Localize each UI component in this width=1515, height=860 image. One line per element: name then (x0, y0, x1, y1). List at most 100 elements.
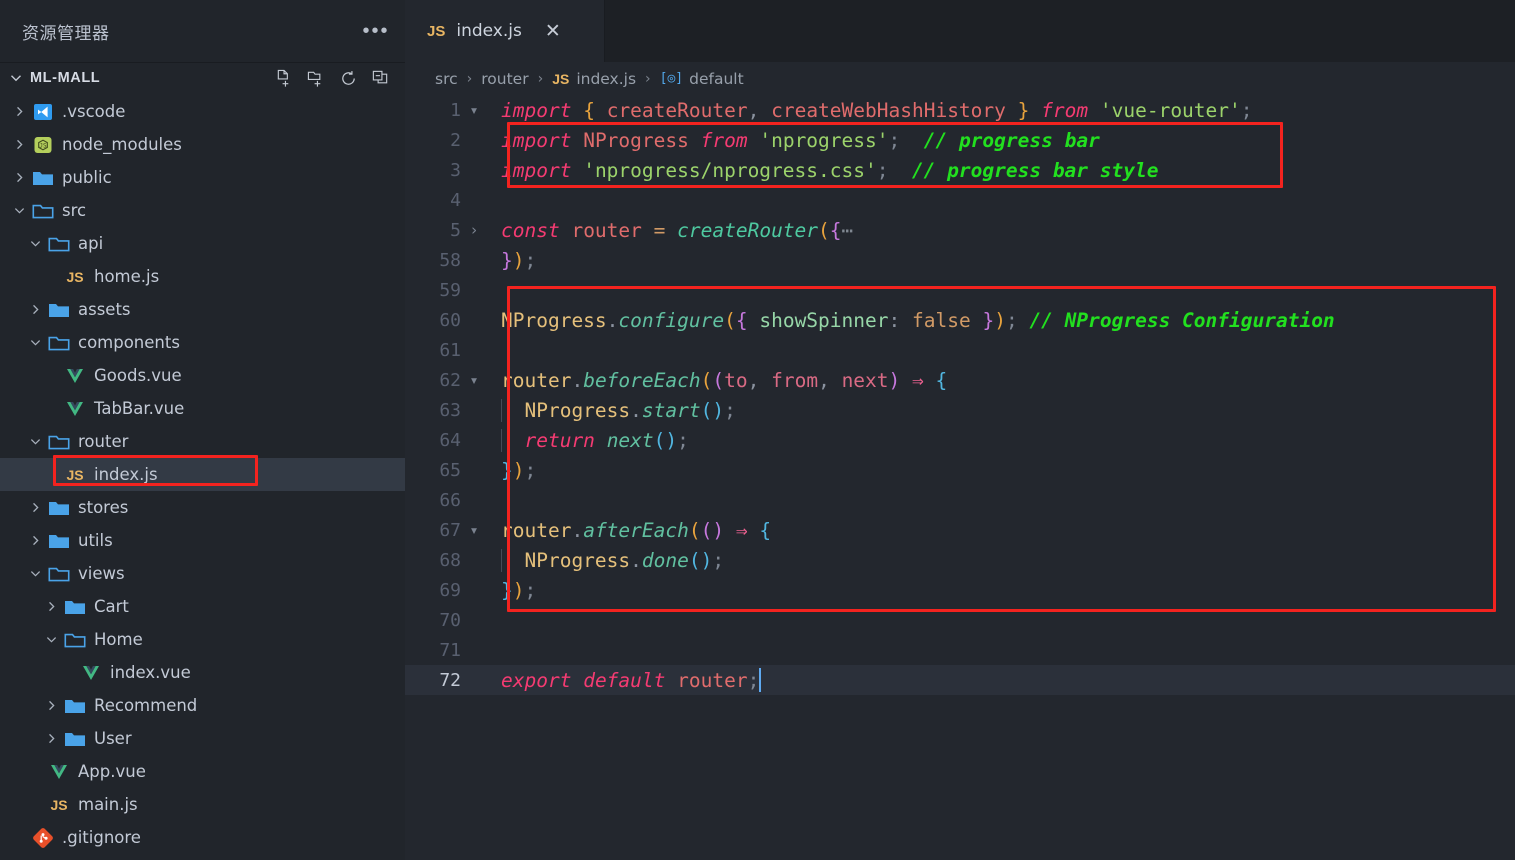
vscode-window: 资源管理器 ••• ML-MALL .vscode JS node_module… (0, 0, 1515, 860)
tree-item-home-js[interactable]: JS home.js (0, 260, 405, 293)
chevron-down-icon[interactable] (40, 629, 62, 651)
tree-item-home[interactable]: Home (0, 623, 405, 656)
line-number: 66 (439, 489, 461, 511)
vscode-icon (30, 101, 56, 123)
chevron-right-icon[interactable] (8, 167, 30, 189)
close-icon[interactable]: ✕ (542, 20, 564, 42)
line-number: 63 (439, 399, 461, 421)
code-text: }); (501, 248, 537, 272)
collapse-all-icon[interactable] (369, 67, 391, 89)
chevron-right-icon[interactable] (40, 596, 62, 618)
breadcrumb-item-router[interactable]: router (481, 70, 528, 88)
line-number: 62 (439, 369, 461, 391)
tree-item-router[interactable]: router (0, 425, 405, 458)
chevron-down-icon[interactable] (24, 563, 46, 585)
svg-text:JS: JS (39, 142, 47, 149)
vue-icon (78, 662, 104, 684)
code-line-65[interactable]: 65}); (405, 455, 1515, 485)
tree-item-vscode[interactable]: .vscode (0, 95, 405, 128)
workspace-section-header[interactable]: ML-MALL (0, 62, 405, 93)
tree-item-tabbar-vue[interactable]: TabBar.vue (0, 392, 405, 425)
tree-item-user[interactable]: User (0, 722, 405, 755)
fold-expanded-icon[interactable]: ▾ (461, 101, 487, 119)
folder-solid (62, 695, 88, 717)
chevron-down-icon[interactable] (24, 332, 46, 354)
chevron-right-icon[interactable] (24, 497, 46, 519)
chevron-right-icon[interactable] (8, 101, 30, 123)
chevron-right-icon[interactable] (24, 530, 46, 552)
tree-item-assets[interactable]: assets (0, 293, 405, 326)
chevron-right-icon[interactable] (40, 695, 62, 717)
line-number: 2 (450, 129, 461, 151)
refresh-icon[interactable] (337, 67, 359, 89)
code-text: const router = createRouter({⋯ (501, 218, 854, 242)
code-line-62[interactable]: 62 ▾ router.beforeEach((to, from, next) ⇒ … (405, 365, 1515, 395)
code-line-58[interactable]: 58}); (405, 245, 1515, 275)
tree-item-views[interactable]: views (0, 557, 405, 590)
fold-expanded-icon[interactable]: ▾ (461, 521, 487, 539)
new-folder-icon[interactable] (305, 67, 327, 89)
chevron-down-icon[interactable] (24, 233, 46, 255)
tree-item-stores[interactable]: stores (0, 491, 405, 524)
code-line-63[interactable]: 63 NProgress.start(); (405, 395, 1515, 425)
code-line-5[interactable]: 5 › const router = createRouter({⋯ (405, 215, 1515, 245)
tree-item-public[interactable]: public (0, 161, 405, 194)
chevron-down-icon[interactable] (24, 431, 46, 453)
tree-item-main-js[interactable]: JS main.js (0, 788, 405, 821)
breadcrumb-item-symbol[interactable]: default (689, 70, 744, 88)
code-line-67[interactable]: 67 ▾ router.afterEach(() ⇒ { (405, 515, 1515, 545)
tree-item-index-js[interactable]: JS index.js (0, 458, 405, 491)
code-line-3[interactable]: 3 import 'nprogress/nprogress.css'; // pr… (405, 155, 1515, 185)
tree-item-app-vue[interactable]: App.vue (0, 755, 405, 788)
line-number: 60 (439, 309, 461, 331)
tree-item-index-vue[interactable]: index.vue (0, 656, 405, 689)
line-number: 3 (450, 159, 461, 181)
code-line-72[interactable]: 72 export default router; (405, 665, 1515, 695)
breadcrumb-item-src[interactable]: src (435, 70, 458, 88)
tree-item-components[interactable]: components (0, 326, 405, 359)
chevron-right-icon[interactable] (40, 728, 62, 750)
code-line-61[interactable]: 61 (405, 335, 1515, 365)
tree-item-node-modules[interactable]: JS node_modules (0, 128, 405, 161)
code-line-69[interactable]: 69}); (405, 575, 1515, 605)
code-line-60[interactable]: 60 NProgress.configure({ showSpinner: fal… (405, 305, 1515, 335)
chevron-right-icon[interactable] (24, 299, 46, 321)
tree-item-gitignore[interactable]: .gitignore (0, 821, 405, 854)
code-line-66[interactable]: 66 (405, 485, 1515, 515)
tab-index-js[interactable]: JS index.js ✕ (405, 0, 605, 62)
code-line-68[interactable]: 68 NProgress.done(); (405, 545, 1515, 575)
code-line-64[interactable]: 64 return next(); (405, 425, 1515, 455)
code-line-71[interactable]: 71 (405, 635, 1515, 665)
chevron-down-icon[interactable] (8, 200, 30, 222)
tree-item-utils[interactable]: utils (0, 524, 405, 557)
code-text: return next(); (487, 428, 1515, 452)
new-file-icon[interactable] (273, 67, 295, 89)
folder-solid (46, 299, 72, 321)
code-line-2[interactable]: 2 import NProgress from 'nprogress'; // p… (405, 125, 1515, 155)
code-line-59[interactable]: 59 (405, 275, 1515, 305)
breadcrumb-item-file[interactable]: index.js (576, 70, 636, 88)
code-line-1[interactable]: 1 ▾ import { createRouter, createWebHashHi… (405, 95, 1515, 125)
file-tree[interactable]: .vscode JS node_modules public src api JS home.… (0, 93, 405, 860)
tree-item-api[interactable]: api (0, 227, 405, 260)
code-line-4[interactable]: 4 (405, 185, 1515, 215)
node-icon: JS (30, 134, 56, 156)
fold-collapsed-icon[interactable]: › (461, 221, 487, 239)
explorer-sidebar: 资源管理器 ••• ML-MALL .vscode JS node_module… (0, 0, 405, 860)
tree-item-src[interactable]: src (0, 194, 405, 227)
folder-open (30, 200, 56, 222)
code-editor[interactable]: 1 ▾ import { createRouter, createWebHashHi… (405, 95, 1515, 860)
breadcrumb-separator: › (537, 70, 544, 87)
tree-item-cart[interactable]: Cart (0, 590, 405, 623)
line-number: 70 (439, 609, 461, 631)
chevron-right-icon[interactable] (8, 134, 30, 156)
more-actions-icon[interactable]: ••• (361, 18, 391, 44)
tree-item-label: TabBar.vue (94, 399, 185, 418)
tree-item-label: assets (78, 300, 131, 319)
code-line-70[interactable]: 70 (405, 605, 1515, 635)
tree-item-goods-vue[interactable]: Goods.vue (0, 359, 405, 392)
tree-item-recommend[interactable]: Recommend (0, 689, 405, 722)
chevron-down-icon[interactable] (6, 68, 26, 88)
folder-open (46, 233, 72, 255)
fold-expanded-icon[interactable]: ▾ (461, 371, 487, 389)
